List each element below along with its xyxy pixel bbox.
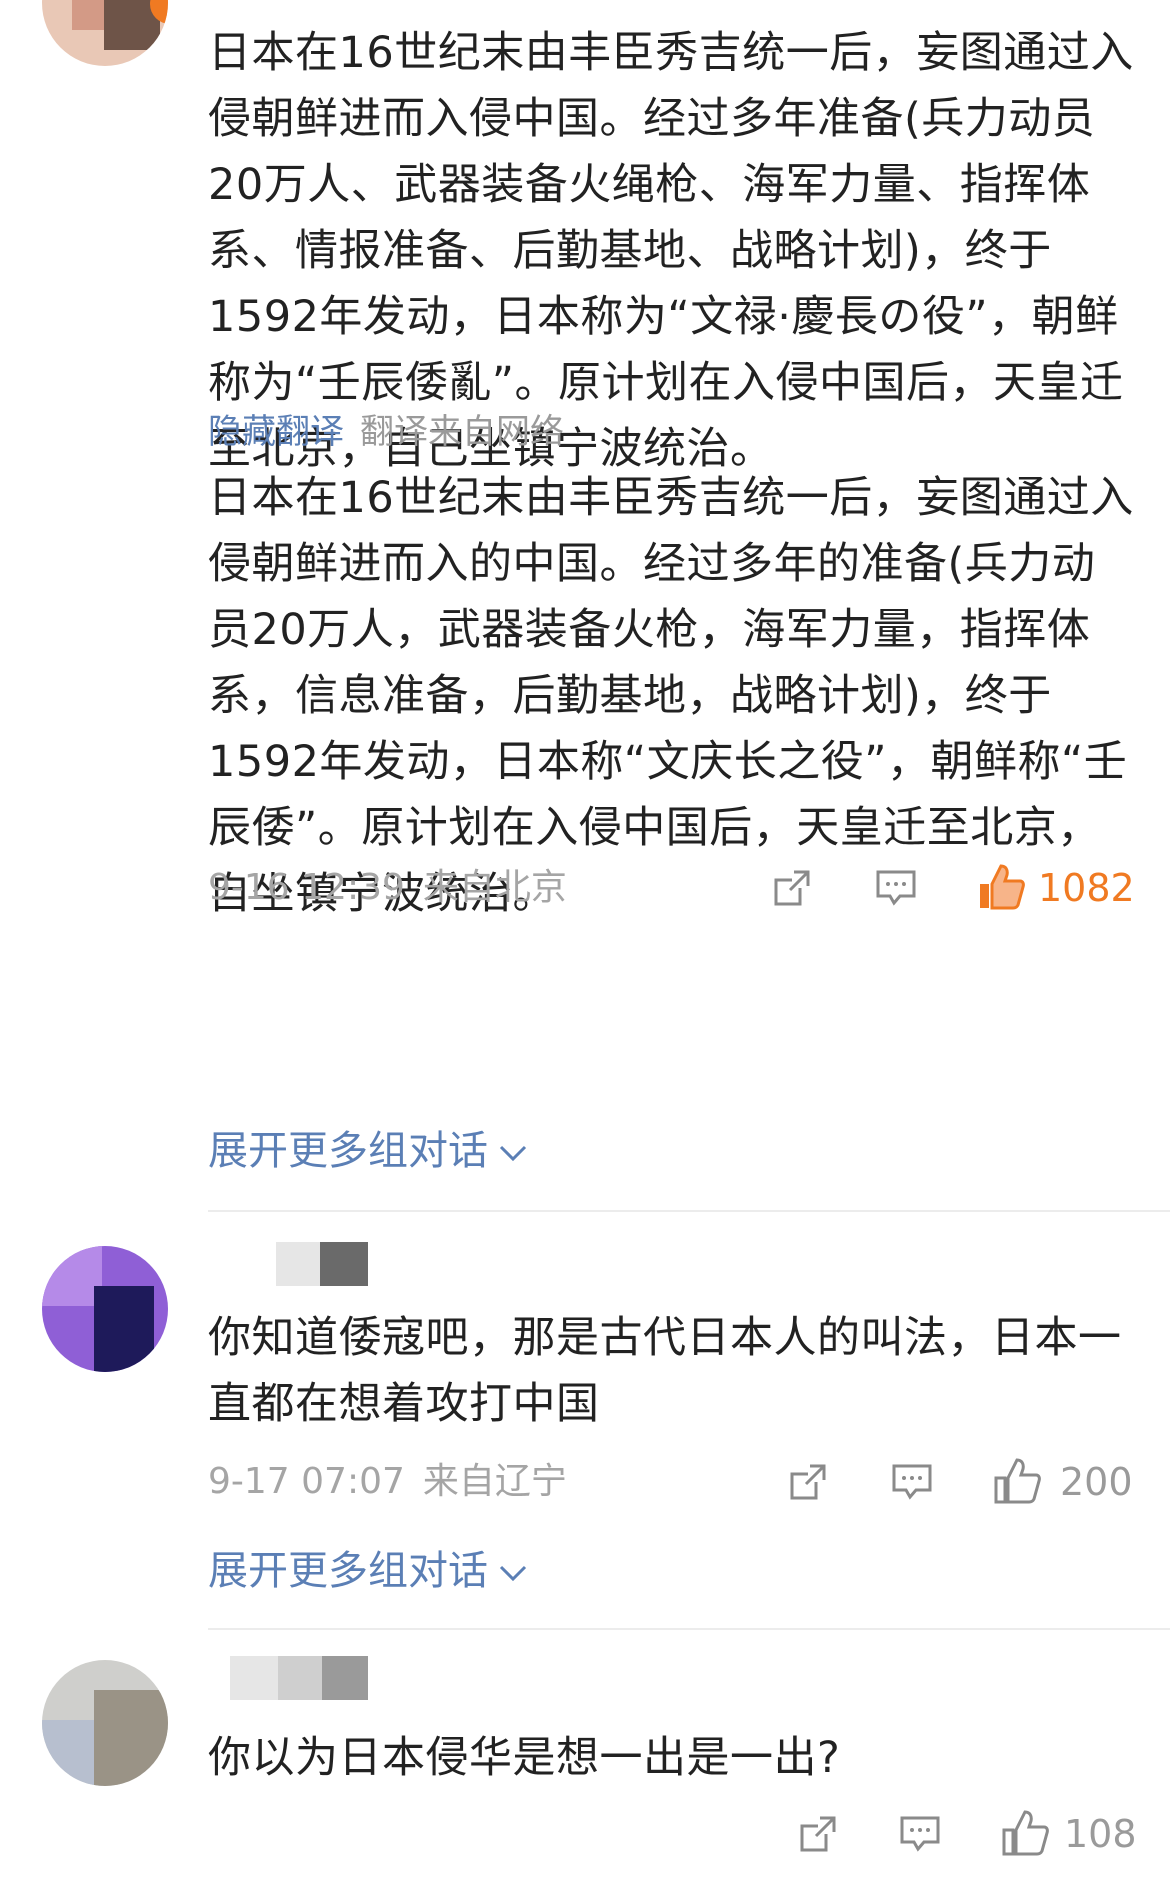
comment-time: 9-16 12:39 [208, 867, 405, 908]
avatar-image [94, 1690, 168, 1786]
username-redacted[interactable] [320, 1242, 368, 1286]
comment-icon[interactable] [898, 1812, 942, 1856]
comment-meta: 9-16 12:39 来自北京 [208, 866, 567, 910]
comment-icon[interactable] [890, 1460, 934, 1504]
divider [208, 1210, 1170, 1212]
username-redacted[interactable] [322, 1656, 368, 1700]
expand-label: 展开更多组对话 [208, 1128, 488, 1174]
comment-icon[interactable] [874, 866, 918, 910]
avatar[interactable] [42, 0, 168, 66]
comment-text: 你知道倭寇吧，那是古代日本人的叫法，日本一直都在想着攻打中国 [208, 1313, 1122, 1429]
avatar-image [42, 1246, 102, 1306]
chevron-down-icon [499, 1565, 527, 1582]
hide-translation-link[interactable]: 隐藏翻译 [208, 412, 344, 452]
thumbs-up-icon[interactable] [1000, 1808, 1050, 1858]
translation-source: 翻译来自网络 [360, 412, 564, 452]
username-redacted[interactable] [230, 1656, 278, 1700]
username-redacted[interactable] [278, 1656, 322, 1700]
thumbs-up-icon[interactable] [976, 862, 1026, 912]
share-icon[interactable] [786, 1460, 830, 1504]
username-redacted[interactable] [276, 1242, 320, 1286]
like-count: 1082 [1038, 866, 1135, 910]
like-count: 108 [1064, 1812, 1137, 1856]
comment-text: 你以为日本侵华是想一出是一出? [208, 1733, 841, 1783]
comment-location: 来自辽宁 [422, 1461, 567, 1502]
avatar[interactable] [42, 1660, 168, 1786]
avatar-image [42, 1720, 102, 1786]
comment-meta: 9-17 07:07 来自辽宁 [208, 1460, 567, 1504]
expand-more-replies-button[interactable]: 展开更多组对话 [208, 1126, 528, 1176]
share-icon[interactable] [770, 866, 814, 910]
avatar-image [94, 1286, 154, 1372]
thumbs-up-icon[interactable] [992, 1456, 1042, 1506]
translation-bar: 隐藏翻译 翻译来自网络 [208, 410, 564, 454]
comment-location: 来自北京 [422, 867, 567, 908]
avatar[interactable] [42, 1246, 168, 1372]
expand-more-replies-button[interactable]: 展开更多组对话 [208, 1546, 528, 1596]
divider [208, 1628, 1170, 1630]
like-count: 200 [1060, 1460, 1133, 1504]
translated-text: 日本在16世纪末由丰臣秀吉统一后，妄图通过入侵朝鲜进而入的中国。经过多年的准备(… [208, 473, 1134, 919]
share-icon[interactable] [796, 1812, 840, 1856]
comment-time: 9-17 07:07 [208, 1461, 405, 1502]
chevron-down-icon [499, 1145, 527, 1162]
expand-label: 展开更多组对话 [208, 1548, 488, 1594]
